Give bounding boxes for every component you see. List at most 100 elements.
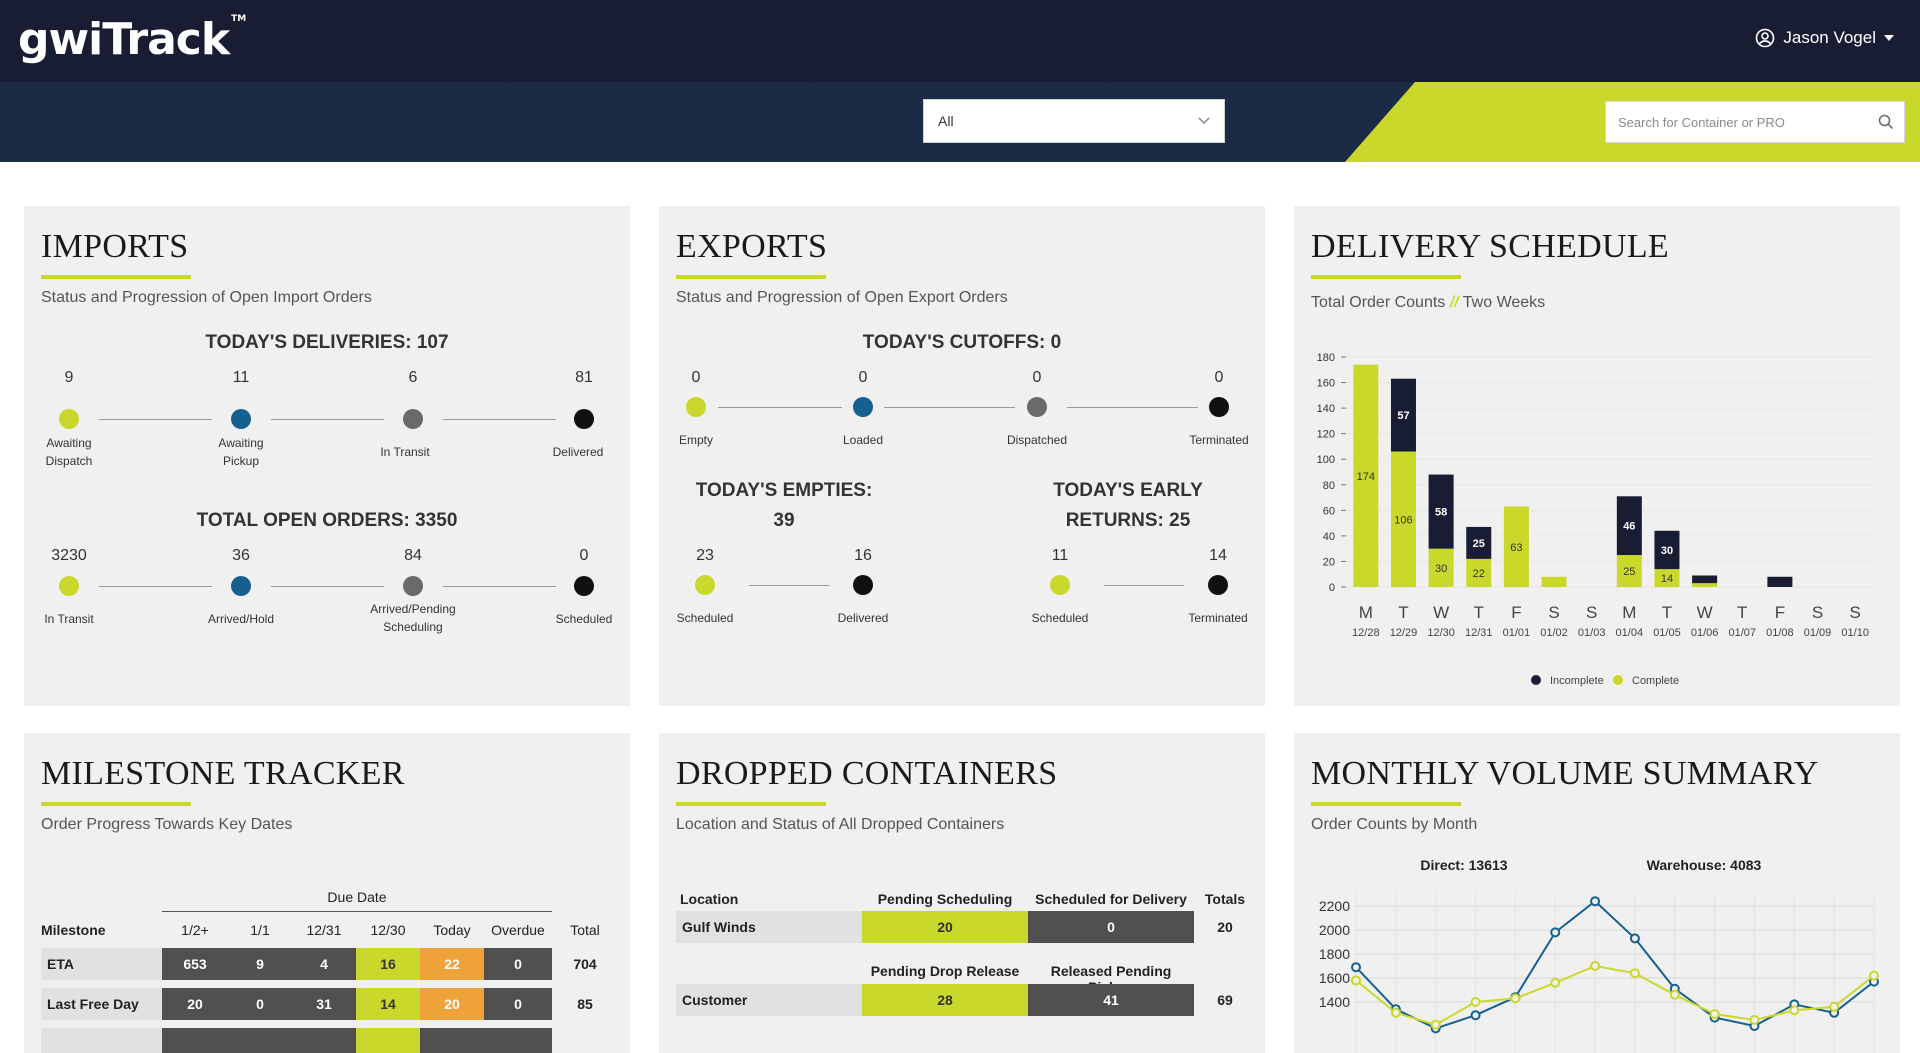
delivery-schedule-panel: DELIVERY SCHEDULE Total Order Counts // …: [1294, 206, 1900, 706]
milestone-cell[interactable]: 9: [228, 948, 292, 980]
milestone-cell[interactable]: 20: [162, 988, 228, 1020]
search-icon[interactable]: [1878, 114, 1894, 130]
due-col-header: 1/1: [250, 922, 270, 938]
x-tick-date: 12/28: [1352, 627, 1380, 639]
stage-dot: [231, 576, 251, 596]
stage-dot: [1208, 575, 1228, 595]
stage-label: Awaiting Dispatch: [45, 436, 93, 468]
dropped-cell[interactable]: 0: [1028, 911, 1194, 943]
stage-dot: [403, 409, 423, 429]
filter-dropdown[interactable]: All: [923, 99, 1225, 143]
header-pattern: [299, 0, 1321, 82]
milestone-cell[interactable]: 0: [484, 948, 552, 980]
stage-count: 6: [408, 369, 418, 386]
bar-data-label: 25: [1473, 538, 1485, 550]
stage-dot: [574, 576, 594, 596]
bar-incomplete: [1767, 576, 1793, 587]
title-underline: [41, 275, 191, 279]
x-tick-date: 01/10: [1841, 627, 1869, 639]
point-direct: [1550, 927, 1561, 938]
milestone-cell[interactable]: 22: [420, 948, 484, 980]
dropped-col-header: Pending Scheduling: [877, 891, 1013, 907]
bar-data-label: 14: [1661, 573, 1673, 585]
milestone-cell[interactable]: 0: [228, 988, 292, 1020]
user-menu[interactable]: Jason Vogel: [1755, 28, 1894, 48]
stage-count: 0: [1214, 369, 1224, 386]
monthly-volume-chart: 1400 1600 1800 2000 2200: [1319, 893, 1879, 1053]
stage-count: 0: [858, 369, 868, 386]
stage-dot: [686, 397, 706, 417]
bar-complete: [1692, 583, 1718, 587]
stage-dot: [695, 575, 715, 595]
milestone-row-partial: [162, 1028, 356, 1053]
stage-dot: [1209, 397, 1229, 417]
stage-count: 9: [64, 369, 74, 386]
y-tick-label: 40: [1323, 531, 1335, 543]
panel-title: MILESTONE TRACKER: [41, 755, 405, 792]
monthly-volume-panel: MONTHLY VOLUME SUMMARY Order Counts by M…: [1294, 733, 1900, 1053]
dropped-cell[interactable]: 41: [1028, 984, 1194, 1016]
milestone-cell[interactable]: 20: [420, 988, 484, 1020]
stage-count: 3230: [51, 547, 87, 564]
point-warehouse: [1550, 977, 1561, 988]
stage-label: Dispatched: [1006, 433, 1068, 447]
milestone-row-label: Last Free Day: [41, 988, 162, 1020]
title-underline: [676, 802, 826, 806]
milestone-cell[interactable]: 16: [356, 948, 420, 980]
y-tick-label: 140: [1317, 403, 1335, 415]
stage-dot: [1050, 575, 1070, 595]
legend-label-complete: Complete: [1632, 675, 1679, 687]
stage-count: 0: [579, 547, 589, 564]
point-direct: [1629, 933, 1640, 944]
bar-data-label: 30: [1435, 563, 1447, 575]
stage-label: Empty: [678, 433, 713, 447]
y-tick-label: 120: [1317, 429, 1335, 441]
y-tick-label: 2000: [1319, 922, 1350, 938]
imports-panel: IMPORTS Status and Progression of Open I…: [24, 206, 630, 706]
progress-connector: [749, 585, 829, 586]
stage-count: 23: [696, 547, 714, 564]
stage-label: Terminated: [1189, 433, 1249, 447]
location-name: Gulf Winds: [676, 911, 862, 943]
milestone-cell[interactable]: 653: [162, 948, 228, 980]
search-input[interactable]: [1616, 113, 1878, 131]
early-returns-count: RETURNS: 25: [1065, 510, 1191, 531]
dropped-cell[interactable]: 28: [862, 984, 1028, 1016]
legend-label-incomplete: Incomplete: [1550, 675, 1604, 687]
milestone-cell[interactable]: 14: [356, 988, 420, 1020]
point-warehouse: [1789, 1005, 1800, 1016]
point-warehouse: [1351, 975, 1361, 986]
stage-dot: [403, 576, 423, 596]
early-returns-heading: TODAY'S EARLY: [1053, 480, 1203, 501]
milestone-cell[interactable]: 0: [484, 988, 552, 1020]
app-logo[interactable]: gwiTrack TM: [18, 14, 246, 65]
total-col-header: Total: [570, 922, 600, 938]
bar-data-label: 58: [1435, 507, 1447, 519]
stage-count: 0: [1032, 369, 1042, 386]
stage-label: Awaiting Pickup: [218, 436, 264, 468]
y-tick-label: 100: [1317, 454, 1335, 466]
x-tick-date: 01/09: [1804, 627, 1832, 639]
y-tick-label: 60: [1323, 505, 1335, 517]
point-warehouse: [1709, 1009, 1720, 1019]
dropped-cell[interactable]: 20: [862, 911, 1028, 943]
x-tick-day: S: [1812, 603, 1823, 622]
stage-label: Loaded: [842, 433, 884, 447]
panel-subtitle: Status and Progression of Open Import Or…: [41, 289, 372, 306]
stage-dot: [231, 409, 251, 429]
point-warehouse: [1869, 970, 1879, 981]
dropped-containers-panel: DROPPED CONTAINERS Location and Status o…: [659, 733, 1265, 1053]
location-name: Customer: [676, 984, 862, 1016]
milestone-cell[interactable]: 4: [292, 948, 356, 980]
x-tick-day: T: [1737, 603, 1747, 622]
x-tick-day: M: [1359, 603, 1373, 622]
x-tick-day: T: [1662, 603, 1672, 622]
dropped-row-total: 20: [1217, 919, 1233, 935]
stage-count: 36: [232, 547, 250, 564]
todays-deliveries-heading: TODAY'S DELIVERIES: 107: [205, 332, 449, 353]
stage-count: 11: [1051, 547, 1069, 564]
milestone-cell[interactable]: 31: [292, 988, 356, 1020]
user-name: Jason Vogel: [1783, 28, 1876, 47]
due-col-header: 12/31: [306, 922, 342, 938]
search-box[interactable]: [1605, 101, 1905, 143]
